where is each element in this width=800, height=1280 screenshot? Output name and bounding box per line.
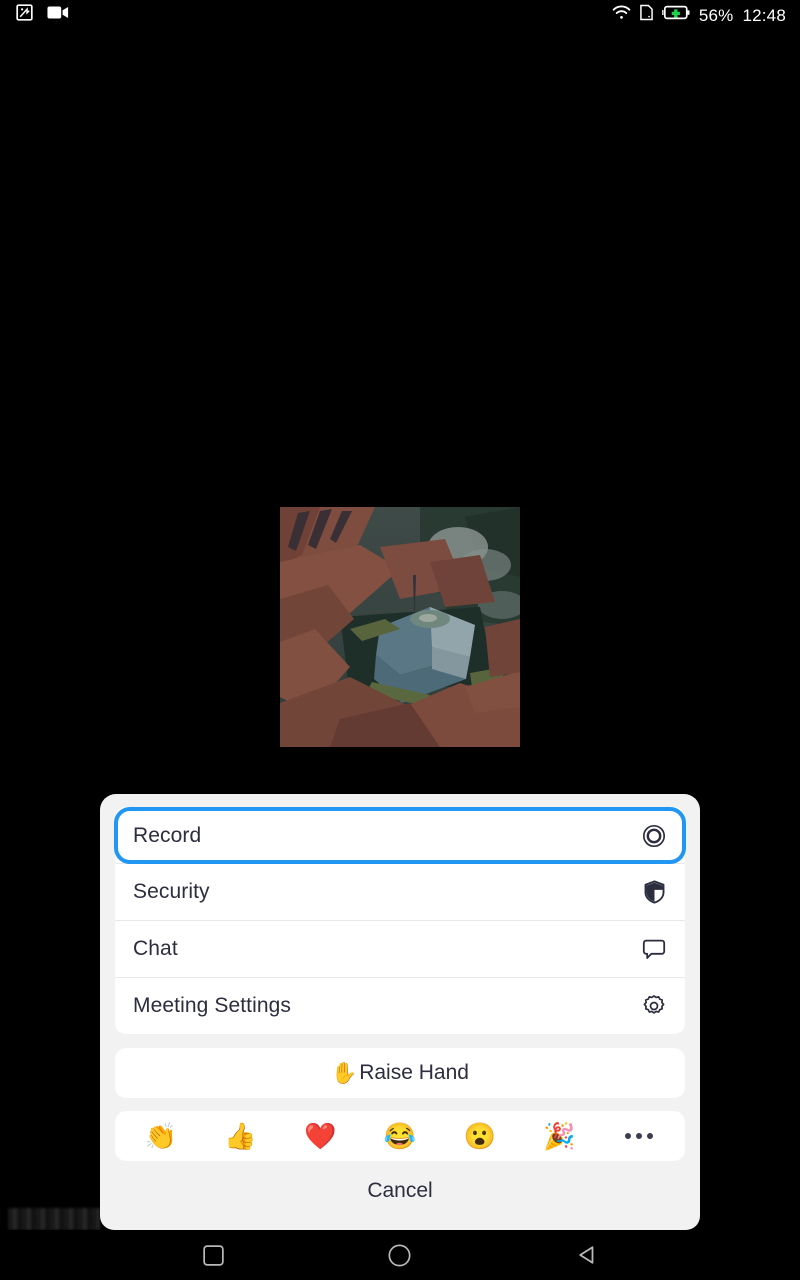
raise-hand-label: Raise Hand	[359, 1061, 469, 1084]
obscured-overlay-label	[8, 1208, 100, 1230]
party-popper-emoji[interactable]: 🎉	[520, 1123, 600, 1149]
menu-item-chat[interactable]: Chat	[115, 920, 685, 977]
back-button[interactable]	[565, 1233, 609, 1277]
screenshot-icon	[16, 4, 33, 26]
menu-card: Record Security Chat Meeting Settings	[114, 807, 686, 1034]
status-bar-right-icons: 56% 12:48	[612, 4, 786, 26]
participant-video-thumbnail[interactable]	[280, 507, 520, 747]
more-reactions-icon[interactable]	[599, 1133, 679, 1139]
reactions-bar: 👏 👍 ❤️ 😂 😮 🎉	[115, 1111, 685, 1161]
phone-screen: 56% 12:48 Record Security Chat Meeting S…	[0, 0, 800, 1280]
thumbs-up-emoji[interactable]: 👍	[201, 1123, 281, 1149]
battery-charging-icon	[662, 5, 690, 25]
shield-icon	[641, 879, 667, 905]
menu-item-security[interactable]: Security	[115, 863, 685, 920]
more-options-bottom-sheet: Record Security Chat Meeting Settings ✋ …	[100, 794, 700, 1230]
clock-label: 12:48	[742, 5, 786, 25]
joy-emoji[interactable]: 😂	[360, 1123, 440, 1149]
menu-item-security-label: Security	[133, 879, 210, 903]
android-navigation-bar	[0, 1230, 800, 1280]
wifi-icon	[612, 5, 631, 25]
chat-bubble-icon	[641, 936, 667, 962]
gear-icon	[641, 993, 667, 1019]
menu-item-meeting-settings[interactable]: Meeting Settings	[115, 977, 685, 1034]
menu-item-record[interactable]: Record	[114, 807, 686, 864]
sim-card-icon	[640, 4, 653, 26]
menu-item-chat-label: Chat	[133, 936, 178, 960]
heart-emoji[interactable]: ❤️	[280, 1123, 360, 1149]
record-circle-icon	[641, 823, 667, 849]
raise-hand-button[interactable]: ✋ Raise Hand	[115, 1048, 685, 1098]
status-bar: 56% 12:48	[0, 0, 800, 30]
status-bar-left-icons	[16, 4, 69, 26]
cancel-label: Cancel	[367, 1179, 433, 1202]
raised-hand-emoji: ✋	[331, 1061, 358, 1085]
menu-item-record-label: Record	[133, 823, 202, 847]
landscape-artwork	[280, 507, 520, 747]
menu-item-meeting-settings-label: Meeting Settings	[133, 993, 292, 1017]
open-mouth-emoji[interactable]: 😮	[440, 1123, 520, 1149]
battery-percent-label: 56%	[698, 5, 734, 25]
recents-button[interactable]	[191, 1233, 235, 1277]
cancel-button[interactable]: Cancel	[115, 1166, 685, 1216]
home-button[interactable]	[378, 1233, 422, 1277]
clap-emoji[interactable]: 👏	[121, 1123, 201, 1149]
video-recorder-icon	[47, 5, 69, 25]
